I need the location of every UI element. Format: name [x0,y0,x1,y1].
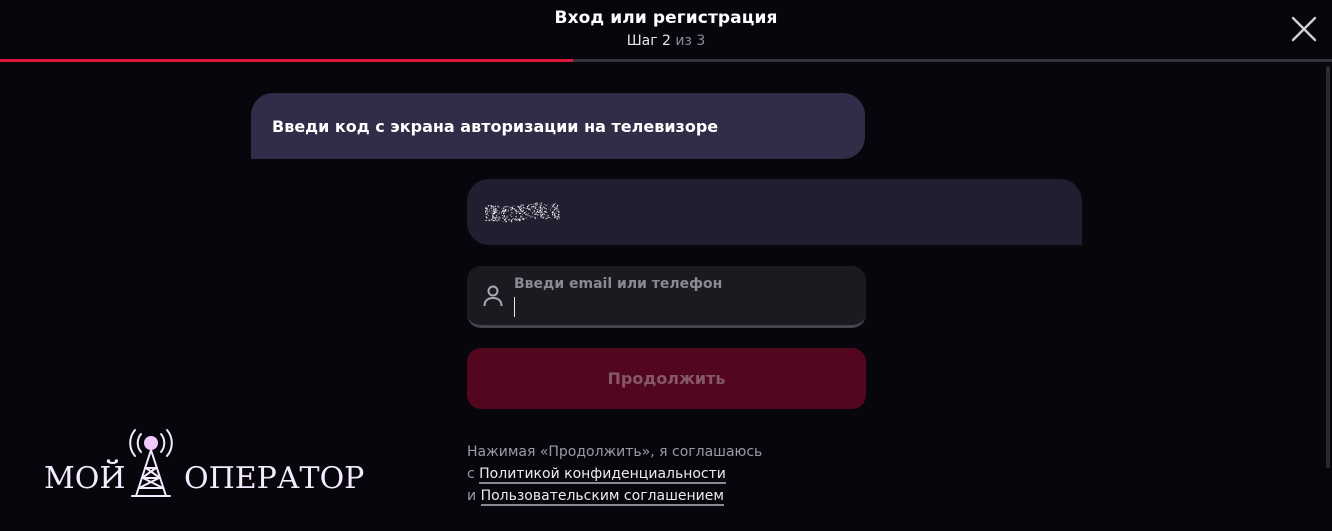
text-caret [514,297,515,317]
step-current: Шаг 2 [626,33,671,49]
header: Вход или регистрация Шаг 2 из 3 [0,0,1332,62]
watermark-logo: МОЙ ОПЕРАТОР [44,426,364,506]
progress-bar [0,59,1332,62]
terms-link[interactable]: Пользовательским соглашением [480,488,724,506]
email-phone-field[interactable]: Введи email или телефон [467,266,866,328]
answer-bubble [467,179,1082,245]
masked-code [485,202,560,223]
step-total: из 3 [675,33,706,49]
scrollbar[interactable] [1326,66,1330,468]
watermark-right-text: ОПЕРАТОР [184,461,365,496]
page-title: Вход или регистрация [554,8,778,28]
legal-line-2: с Политикой конфиденциальности [467,463,887,485]
legal-line-3: и Пользовательским соглашением [467,485,887,507]
legal-line-1: Нажимая «Продолжить», я соглашаюсь [467,444,763,460]
radio-tower-icon [129,429,173,497]
user-icon [483,285,503,307]
step-indicator: Шаг 2 из 3 [0,33,1332,49]
question-bubble: Введи код с экрана авторизации на телеви… [251,93,865,159]
legal-notice: Нажимая «Продолжить», я соглашаюсь с Пол… [467,441,887,507]
question-text: Введи код с экрана авторизации на телеви… [272,116,719,136]
progress-fill [0,59,573,62]
legal-prefix-3: и [467,488,481,504]
privacy-policy-link[interactable]: Политикой конфиденциальности [479,466,726,484]
email-phone-label: Введи email или телефон [514,276,723,292]
watermark-left-text: МОЙ [44,461,126,496]
continue-button[interactable]: Продолжить [467,348,866,409]
legal-prefix-2: с [467,466,480,482]
close-icon[interactable] [1290,15,1318,43]
